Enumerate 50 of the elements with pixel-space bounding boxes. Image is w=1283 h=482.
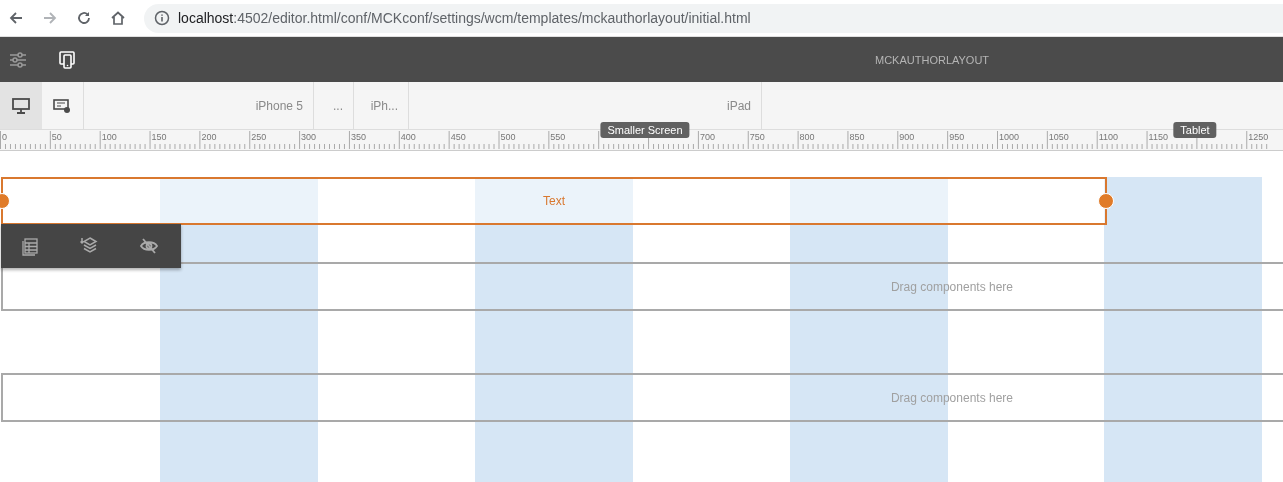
- ruler-label: 1250: [1248, 132, 1269, 142]
- text-component[interactable]: Text: [1, 177, 1107, 225]
- device-tab[interactable]: iPh...: [354, 82, 409, 129]
- ruler-label: 750: [749, 132, 765, 142]
- component-label: Text: [543, 194, 565, 208]
- device-tab[interactable]: iPhone 5: [84, 82, 314, 129]
- ruler-label: 550: [550, 132, 566, 142]
- placeholder-text: Drag components here: [890, 279, 1013, 294]
- url-path: :4502/editor.html/conf/MCKconf/settings/wcm/templates/mckauthorlayout/initial.html: [233, 10, 751, 26]
- ruler-label: 400: [400, 132, 416, 142]
- address-bar[interactable]: localhost:4502/editor.html/conf/MCKconf/settings/wcm/templates/mckauthorlayout/initial.html: [144, 3, 1283, 33]
- breakpoint-marker[interactable]: Tablet: [1173, 122, 1217, 138]
- monitor-icon: [10, 95, 31, 116]
- drop-zone[interactable]: Drag components here: [1, 373, 1283, 422]
- placeholder-text: Drag components here: [890, 390, 1013, 405]
- layers-icon[interactable]: [80, 236, 100, 256]
- url-host: localhost: [178, 10, 234, 26]
- table-icon[interactable]: [21, 236, 41, 256]
- ruler-label: 800: [799, 132, 815, 142]
- ruler-label: 250: [251, 132, 267, 142]
- sliders-icon[interactable]: [8, 49, 28, 70]
- device-tab[interactable]: ...: [314, 82, 354, 129]
- breakpoint-marker[interactable]: Smaller Screen: [600, 122, 690, 138]
- info-icon[interactable]: [154, 10, 170, 26]
- ruler-label: 300: [301, 132, 317, 142]
- ruler-label: 200: [201, 132, 217, 142]
- ruler-label: 1150: [1148, 132, 1168, 142]
- ruler-label: 100: [101, 132, 117, 142]
- ruler-label: 350: [350, 132, 366, 142]
- ruler-label: 1100: [1098, 132, 1119, 142]
- ruler-label: 950: [949, 132, 965, 142]
- ruler-label: 700: [699, 132, 715, 142]
- ruler-label: 450: [450, 132, 466, 142]
- home-icon[interactable]: [110, 10, 126, 26]
- back-icon[interactable]: [8, 10, 24, 26]
- ruler-label: 50: [51, 132, 62, 142]
- drop-zone[interactable]: Drag components here: [1, 262, 1283, 311]
- ruler-label: 900: [899, 132, 915, 142]
- ruler-label: 0: [2, 132, 7, 142]
- devices-icon[interactable]: [58, 49, 78, 70]
- page-title: MCKAUTHORLAYOUT: [875, 53, 990, 66]
- resize-handle[interactable]: [1098, 193, 1114, 209]
- hidden-icon[interactable]: [139, 236, 159, 256]
- reload-icon[interactable]: [76, 10, 92, 26]
- ruler-label: 150: [151, 132, 167, 142]
- ruler-label: 1000: [999, 132, 1020, 142]
- ruler-label: 850: [849, 132, 865, 142]
- ruler-label: 1050: [1048, 132, 1069, 142]
- ruler-label: 500: [500, 132, 516, 142]
- device-mode-button[interactable]: [0, 82, 42, 129]
